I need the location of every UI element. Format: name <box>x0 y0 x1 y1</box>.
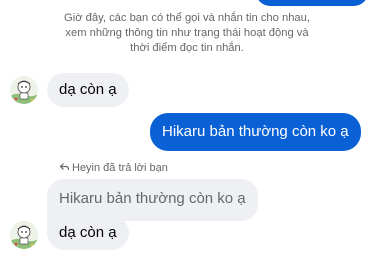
reply-label: Heyin đã trả lời bạn <box>72 162 168 174</box>
sender-avatar[interactable] <box>10 221 38 249</box>
message-bubble-incoming[interactable]: dạ còn ạ <box>47 73 129 107</box>
message-bubble-incoming[interactable]: dạ còn ạ <box>47 216 129 250</box>
reply-arrow-icon <box>59 162 70 176</box>
message-text: dạ còn ạ <box>59 81 117 98</box>
message-bubble-outgoing[interactable]: Hikaru bản thường còn ko ạ <box>150 113 361 151</box>
system-notice-line-2: xem những thông tin như trạng thái hoạt … <box>65 27 309 39</box>
system-notice-line-3: thời điểm đọc tin nhắn. <box>130 42 244 54</box>
reply-indicator: Heyin đã trả lời bạn <box>59 161 168 176</box>
quoted-message-bubble[interactable]: Hikaru bản thường còn ko ạ <box>47 179 258 221</box>
previous-outgoing-bubble[interactable] <box>256 0 368 6</box>
sender-avatar[interactable] <box>10 76 38 104</box>
message-text: Hikaru bản thường còn ko ạ <box>162 123 349 140</box>
message-text: dạ còn ạ <box>59 224 117 241</box>
system-notice: Giờ đây, các bạn có thể gọi và nhắn tin … <box>30 11 344 56</box>
chat-thread: Giờ đây, các bạn có thể gọi và nhắn tin … <box>0 0 374 257</box>
quoted-message-text: Hikaru bản thường còn ko ạ <box>59 190 246 207</box>
system-notice-line-1: Giờ đây, các bạn có thể gọi và nhắn tin … <box>64 12 310 24</box>
